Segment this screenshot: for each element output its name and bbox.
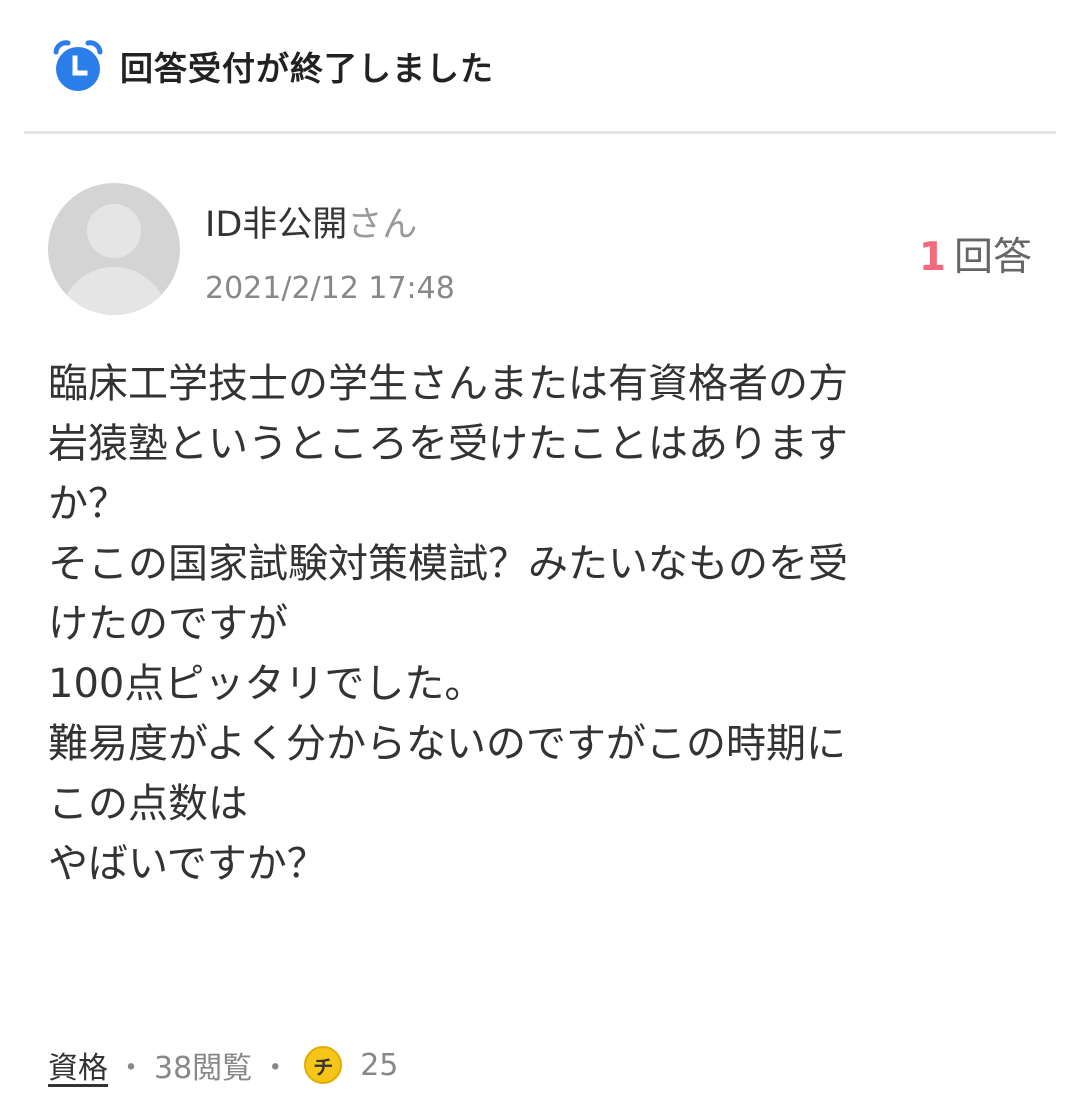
chie-coin-icon: チ: [304, 1046, 343, 1084]
view-count: 38閲覧: [154, 1051, 253, 1086]
question-line: 岩猿塾というところを受けたことはあります: [48, 421, 848, 467]
divider: [24, 131, 1056, 134]
category-link[interactable]: 資格: [48, 1043, 108, 1087]
question-line: か？: [48, 481, 128, 527]
answer-count[interactable]: 1 回答: [919, 226, 1032, 282]
answer-count-label: 回答: [953, 235, 1032, 280]
separator-dot: ・: [116, 1051, 146, 1086]
question-line: 100点ピッタリでした。: [48, 661, 485, 707]
user-name[interactable]: ID非公開さん: [205, 196, 417, 247]
alarm-clock-icon: [50, 38, 106, 94]
avatar[interactable]: [48, 183, 180, 315]
question-line: やばいですか？: [48, 841, 327, 887]
avatar-body-shape: [60, 267, 168, 315]
question-line: けたのですが: [48, 601, 288, 647]
avatar-head-shape: [87, 204, 141, 258]
question-line: 臨床工学技士の学生さんまたは有資格者の方: [48, 361, 848, 407]
post-date: 2021/2/12 17:48: [205, 271, 455, 306]
coin-amount: 25: [360, 1047, 399, 1083]
user-name-suffix: さん: [347, 205, 418, 245]
user-name-text: ID非公開: [205, 205, 348, 245]
question-footer: 資格 ・ 38閲覧 ・ チ 25: [48, 1040, 398, 1090]
answer-count-number: 1: [918, 235, 946, 280]
question-body: 臨床工学技士の学生さんまたは有資格者の方 岩猿塾というところを受けたことはありま…: [48, 354, 1038, 894]
status-bar: 回答受付が終了しました: [50, 36, 494, 96]
separator-dot: ・: [260, 1051, 291, 1086]
question-line: そこの国家試験対策模試？みたいなものを受: [48, 541, 848, 587]
question-line: 難易度がよく分からないのですがこの時期に: [48, 721, 846, 767]
status-text: 回答受付が終了しました: [120, 49, 494, 88]
question-line: この点数は: [48, 781, 248, 827]
